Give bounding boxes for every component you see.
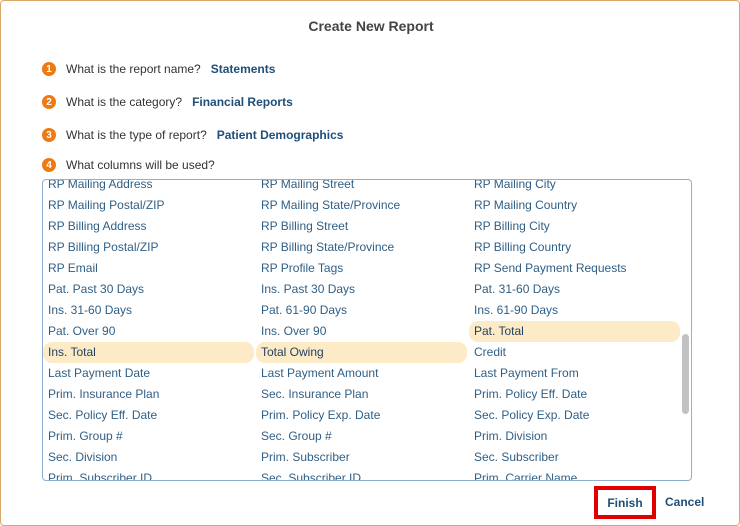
question-report-type: 3 What is the type of report? Patient De…: [42, 126, 343, 144]
column-option[interactable]: Pat. 31-60 Days: [469, 279, 680, 300]
column-option[interactable]: RP Billing Street: [256, 216, 467, 237]
column-option[interactable]: RP Billing State/Province: [256, 237, 467, 258]
column-option[interactable]: RP Mailing Postal/ZIP: [43, 195, 254, 216]
column-option[interactable]: Pat. Past 30 Days: [43, 279, 254, 300]
column-option[interactable]: Total Owing: [256, 342, 467, 363]
column-option[interactable]: Sec. Division: [43, 447, 254, 468]
column-option[interactable]: Ins. Past 30 Days: [256, 279, 467, 300]
column-option[interactable]: Last Payment From: [469, 363, 680, 384]
column-option[interactable]: Sec. Insurance Plan: [256, 384, 467, 405]
category-value[interactable]: Financial Reports: [192, 95, 293, 109]
column-option[interactable]: Sec. Subscriber ID: [256, 468, 467, 480]
column-option[interactable]: RP Billing City: [469, 216, 680, 237]
question-text: What is the type of report?: [66, 128, 207, 142]
column-option[interactable]: RP Billing Postal/ZIP: [43, 237, 254, 258]
column-option[interactable]: Prim. Insurance Plan: [43, 384, 254, 405]
question-text: What columns will be used?: [66, 158, 215, 172]
column-option[interactable]: Prim. Policy Eff. Date: [469, 384, 680, 405]
column-option[interactable]: Sec. Subscriber: [469, 447, 680, 468]
column-option[interactable]: Prim. Carrier Name: [469, 468, 680, 480]
column-option[interactable]: Ins. Over 90: [256, 321, 467, 342]
column-option[interactable]: RP Billing Address: [43, 216, 254, 237]
scrollbar-thumb[interactable]: [682, 334, 689, 414]
step-4-badge: 4: [42, 158, 56, 172]
column-option[interactable]: RP Mailing Street: [256, 180, 467, 195]
dialog: Create New Report 1 What is the report n…: [0, 0, 740, 526]
column-option[interactable]: Credit: [469, 342, 680, 363]
column-option[interactable]: Ins. 61-90 Days: [469, 300, 680, 321]
question-columns: 4 What columns will be used?: [42, 156, 225, 174]
column-option[interactable]: Prim. Division: [469, 426, 680, 447]
column-option[interactable]: RP Mailing City: [469, 180, 680, 195]
column-option[interactable]: Pat. Over 90: [43, 321, 254, 342]
columns-grid: RP Mailing Address RP Mailing Street RP Ma…: [43, 180, 683, 480]
cancel-button[interactable]: Cancel: [665, 495, 704, 511]
column-option[interactable]: Sec. Group #: [256, 426, 467, 447]
column-option[interactable]: Ins. 31-60 Days: [43, 300, 254, 321]
column-option[interactable]: Prim. Subscriber ID: [43, 468, 254, 480]
finish-button[interactable]: Finish: [594, 486, 656, 519]
columns-listbox[interactable]: RP Mailing Address RP Mailing Street RP Ma…: [42, 179, 692, 481]
column-option[interactable]: Prim. Group #: [43, 426, 254, 447]
column-option[interactable]: Sec. Policy Exp. Date: [469, 405, 680, 426]
step-1-badge: 1: [42, 62, 56, 76]
column-option[interactable]: RP Billing Country: [469, 237, 680, 258]
column-option[interactable]: Prim. Policy Exp. Date: [256, 405, 467, 426]
column-option[interactable]: Sec. Policy Eff. Date: [43, 405, 254, 426]
column-option[interactable]: Ins. Total: [43, 342, 254, 363]
column-option[interactable]: Prim. Subscriber: [256, 447, 467, 468]
column-option[interactable]: Last Payment Date: [43, 363, 254, 384]
question-text: What is the category?: [66, 95, 183, 109]
column-option[interactable]: Pat. Total: [469, 321, 680, 342]
question-report-name: 1 What is the report name? Statements: [42, 60, 275, 78]
report-name-value[interactable]: Statements: [211, 62, 276, 76]
step-2-badge: 2: [42, 95, 56, 109]
column-option[interactable]: Pat. 61-90 Days: [256, 300, 467, 321]
report-type-value[interactable]: Patient Demographics: [217, 128, 344, 142]
column-option[interactable]: RP Mailing State/Province: [256, 195, 467, 216]
dialog-title: Create New Report: [308, 18, 434, 34]
column-option[interactable]: RP Mailing Country: [469, 195, 680, 216]
question-category: 2 What is the category? Financial Report…: [42, 93, 293, 111]
column-option[interactable]: RP Send Payment Requests: [469, 258, 680, 279]
column-option[interactable]: Last Payment Amount: [256, 363, 467, 384]
column-option[interactable]: RP Profile Tags: [256, 258, 467, 279]
question-text: What is the report name?: [66, 62, 201, 76]
scrollbar[interactable]: [682, 184, 689, 474]
column-option[interactable]: RP Mailing Address: [43, 180, 254, 195]
column-option[interactable]: RP Email: [43, 258, 254, 279]
step-3-badge: 3: [42, 128, 56, 142]
